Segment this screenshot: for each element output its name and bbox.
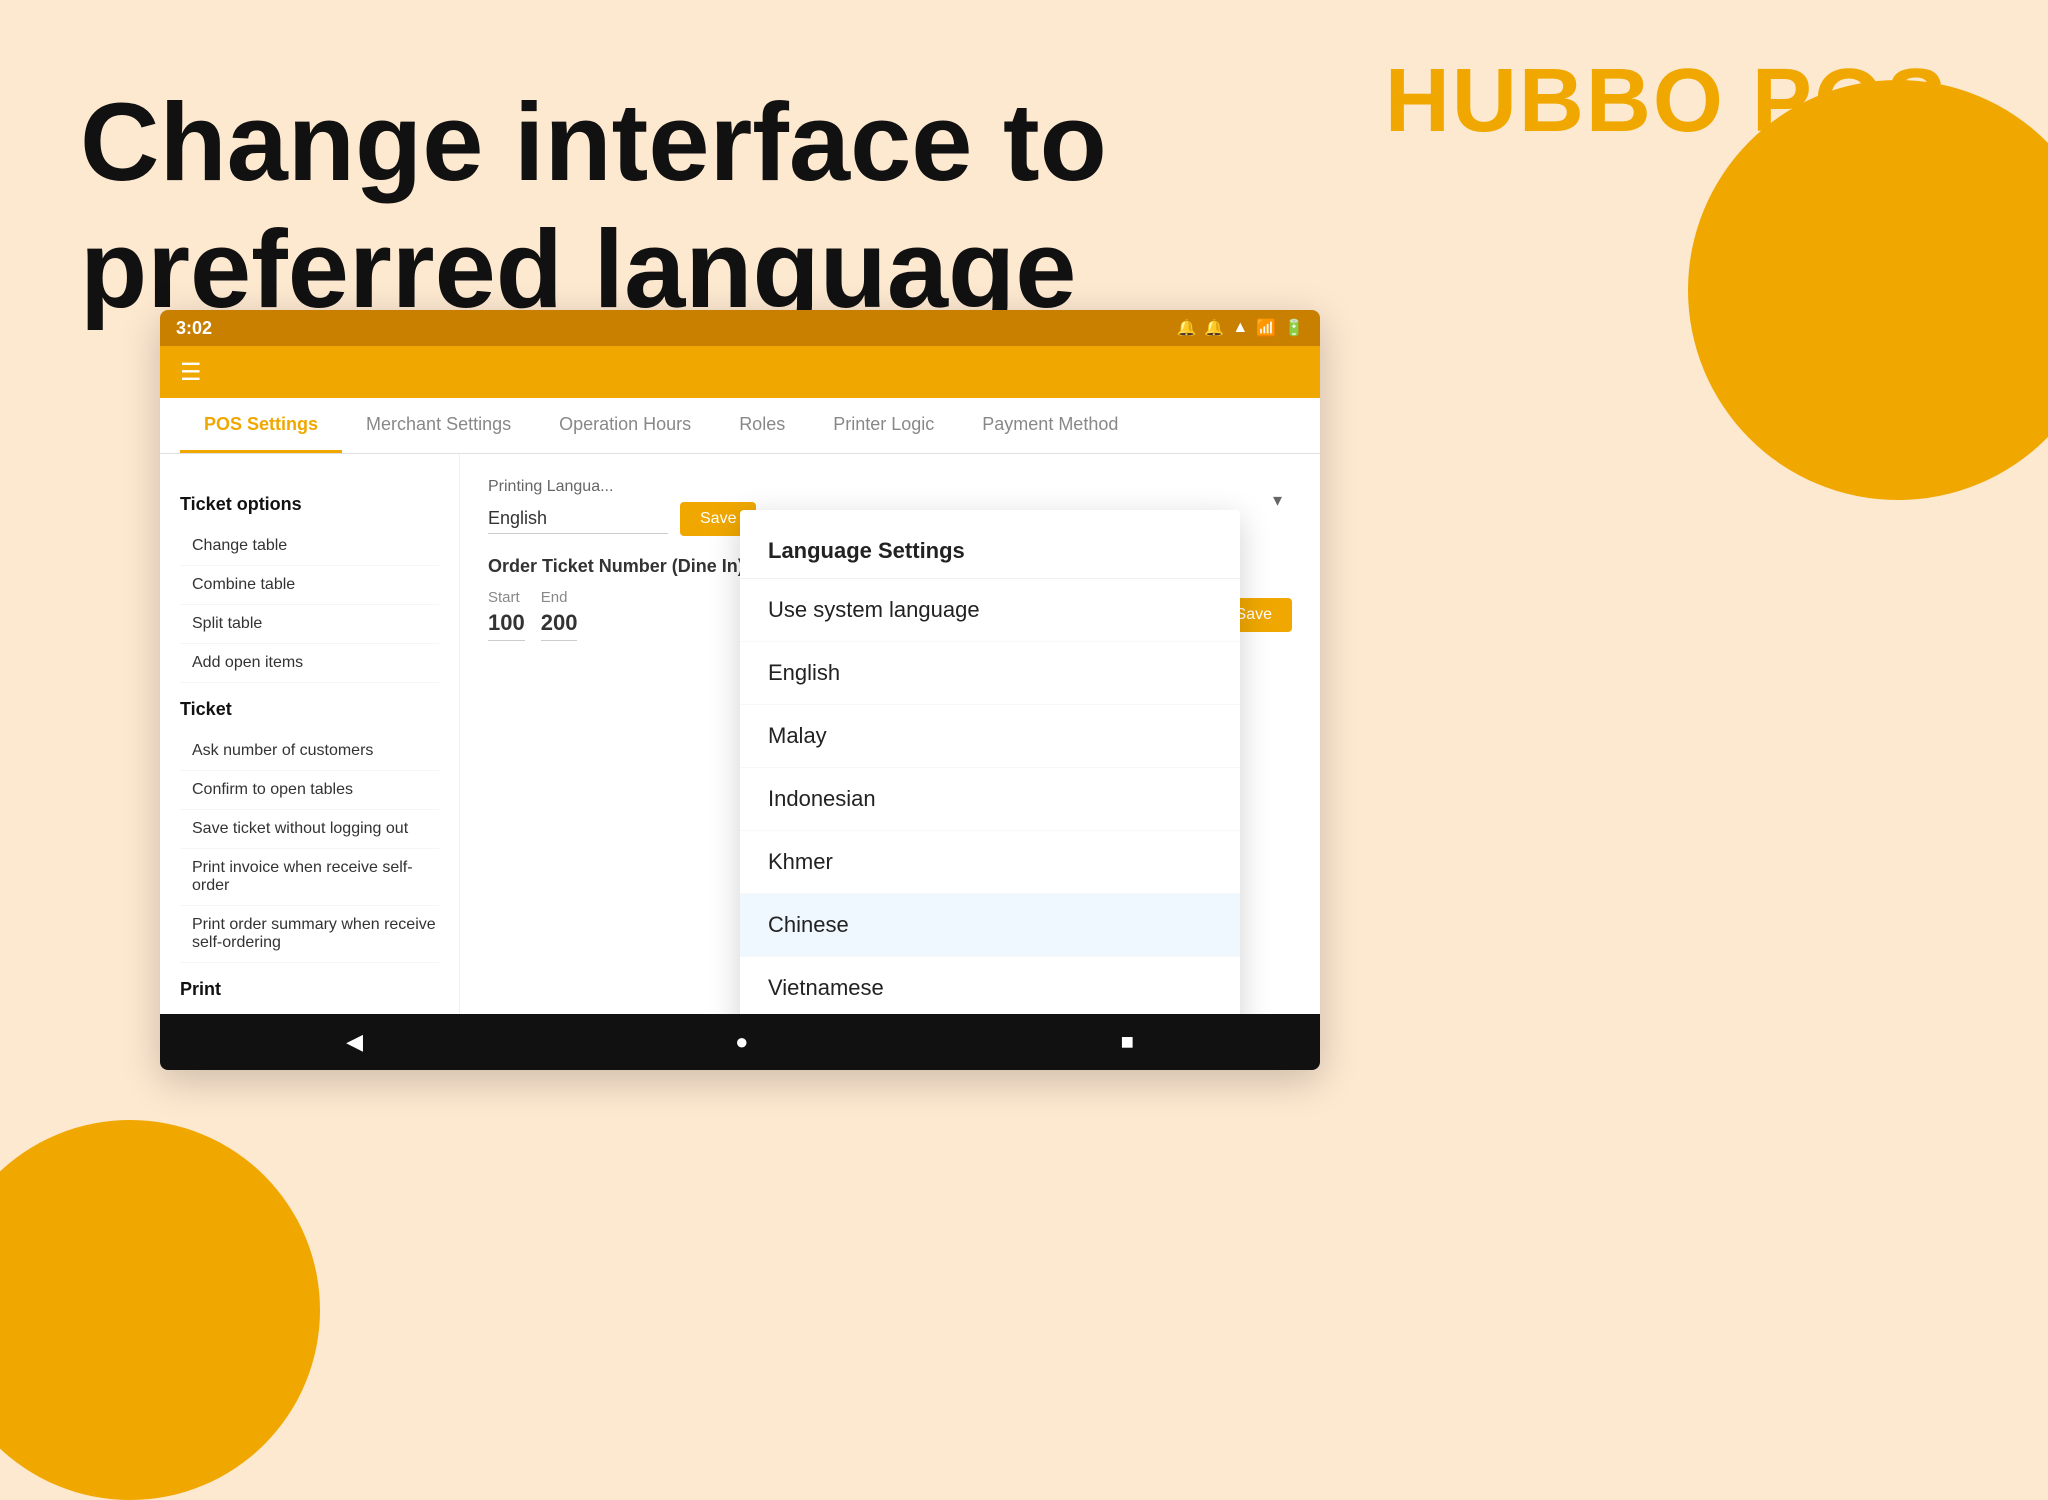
order-ticket-start-label: Start — [488, 589, 525, 606]
status-bar: 3:02 🔔 🔔 ▲ 📶 🔋 — [160, 310, 1320, 346]
order-ticket-end-label: End — [541, 589, 578, 606]
tab-roles[interactable]: Roles — [715, 398, 809, 453]
status-icons: 🔔 🔔 ▲ 📶 🔋 — [1176, 318, 1304, 338]
order-ticket-end-col: End 200 — [541, 589, 578, 641]
logo-text2: POS — [1725, 51, 1948, 151]
section-title-print: Print — [180, 979, 439, 1000]
device-frame: 3:02 🔔 🔔 ▲ 📶 🔋 ☰ POS Settings Merchant S… — [160, 310, 1320, 1070]
sidebar-item-split-table[interactable]: Split table — [180, 605, 439, 644]
sidebar-item-change-table[interactable]: Change table — [180, 527, 439, 566]
sidebar-item-add-open-items[interactable]: Add open items — [180, 644, 439, 683]
logo-text1: HUBBO — [1385, 51, 1725, 151]
sidebar-item-print-invoice[interactable]: Print invoice when receive self-order — [180, 849, 439, 906]
tabs-bar: POS Settings Merchant Settings Operation… — [160, 398, 1320, 454]
order-ticket-end-value: 200 — [541, 610, 578, 641]
sidebar-item-confirm-open-tables[interactable]: Confirm to open tables — [180, 771, 439, 810]
language-option-english[interactable]: English — [740, 642, 1240, 705]
recents-button[interactable]: ■ — [1101, 1021, 1154, 1063]
tab-payment-method[interactable]: Payment Method — [958, 398, 1142, 453]
right-content: Printing Langua... ▾ Save Order Ticket N… — [460, 454, 1320, 1014]
main-content: Ticket options Change table Combine tabl… — [160, 454, 1320, 1014]
section-title-ticket-options: Ticket options — [180, 494, 439, 515]
status-time: 3:02 — [176, 318, 212, 339]
bg-circle-bottom-left — [0, 1120, 320, 1500]
printing-language-input[interactable] — [488, 504, 668, 534]
bell-icon-1: 🔔 — [1176, 318, 1196, 338]
language-dropdown-header: Language Settings — [740, 518, 1240, 579]
tab-printer-logic[interactable]: Printer Logic — [809, 398, 958, 453]
sidebar-item-save-ticket[interactable]: Save ticket without logging out — [180, 810, 439, 849]
order-ticket-start-col: Start 100 — [488, 589, 525, 641]
heading-line1: Change interface to — [80, 80, 1107, 207]
hamburger-icon[interactable]: ☰ — [180, 358, 202, 387]
dropdown-arrow-icon: ▾ — [1273, 490, 1282, 511]
page-heading: Change interface to preferred language — [80, 80, 1107, 333]
sidebar-item-print-order-summary[interactable]: Print order summary when receive self-or… — [180, 906, 439, 963]
language-option-chinese[interactable]: Chinese — [740, 894, 1240, 957]
tab-merchant-settings[interactable]: Merchant Settings — [342, 398, 535, 453]
order-ticket-start-value: 100 — [488, 610, 525, 641]
app-header: ☰ — [160, 346, 1320, 398]
sidebar-item-print-order-saving[interactable]: Print order summary when saving — [180, 1012, 439, 1014]
logo: HUBBO POS — [1385, 50, 1948, 153]
home-button[interactable]: ● — [715, 1021, 768, 1063]
back-button[interactable]: ◀ — [326, 1021, 383, 1063]
wifi-icon: ▲ — [1232, 319, 1248, 337]
battery-icon: 🔋 — [1284, 318, 1304, 338]
language-option-khmer[interactable]: Khmer — [740, 831, 1240, 894]
sidebar-item-ask-customers[interactable]: Ask number of customers — [180, 732, 439, 771]
tab-operation-hours[interactable]: Operation Hours — [535, 398, 715, 453]
language-option-malay[interactable]: Malay — [740, 705, 1240, 768]
language-option-indonesian[interactable]: Indonesian — [740, 768, 1240, 831]
signal-icon: 📶 — [1256, 318, 1276, 338]
section-title-ticket: Ticket — [180, 699, 439, 720]
sidebar: Ticket options Change table Combine tabl… — [160, 454, 460, 1014]
tab-pos-settings[interactable]: POS Settings — [180, 398, 342, 453]
language-option-use-system[interactable]: Use system language — [740, 579, 1240, 642]
language-option-vietnamese[interactable]: Vietnamese — [740, 957, 1240, 1014]
bottom-nav: ◀ ● ■ — [160, 1014, 1320, 1070]
language-dropdown: Language Settings Use system language En… — [740, 510, 1240, 1014]
bell-icon-2: 🔔 — [1204, 318, 1224, 338]
sidebar-item-combine-table[interactable]: Combine table — [180, 566, 439, 605]
printing-language-label: Printing Langua... — [488, 478, 1292, 496]
